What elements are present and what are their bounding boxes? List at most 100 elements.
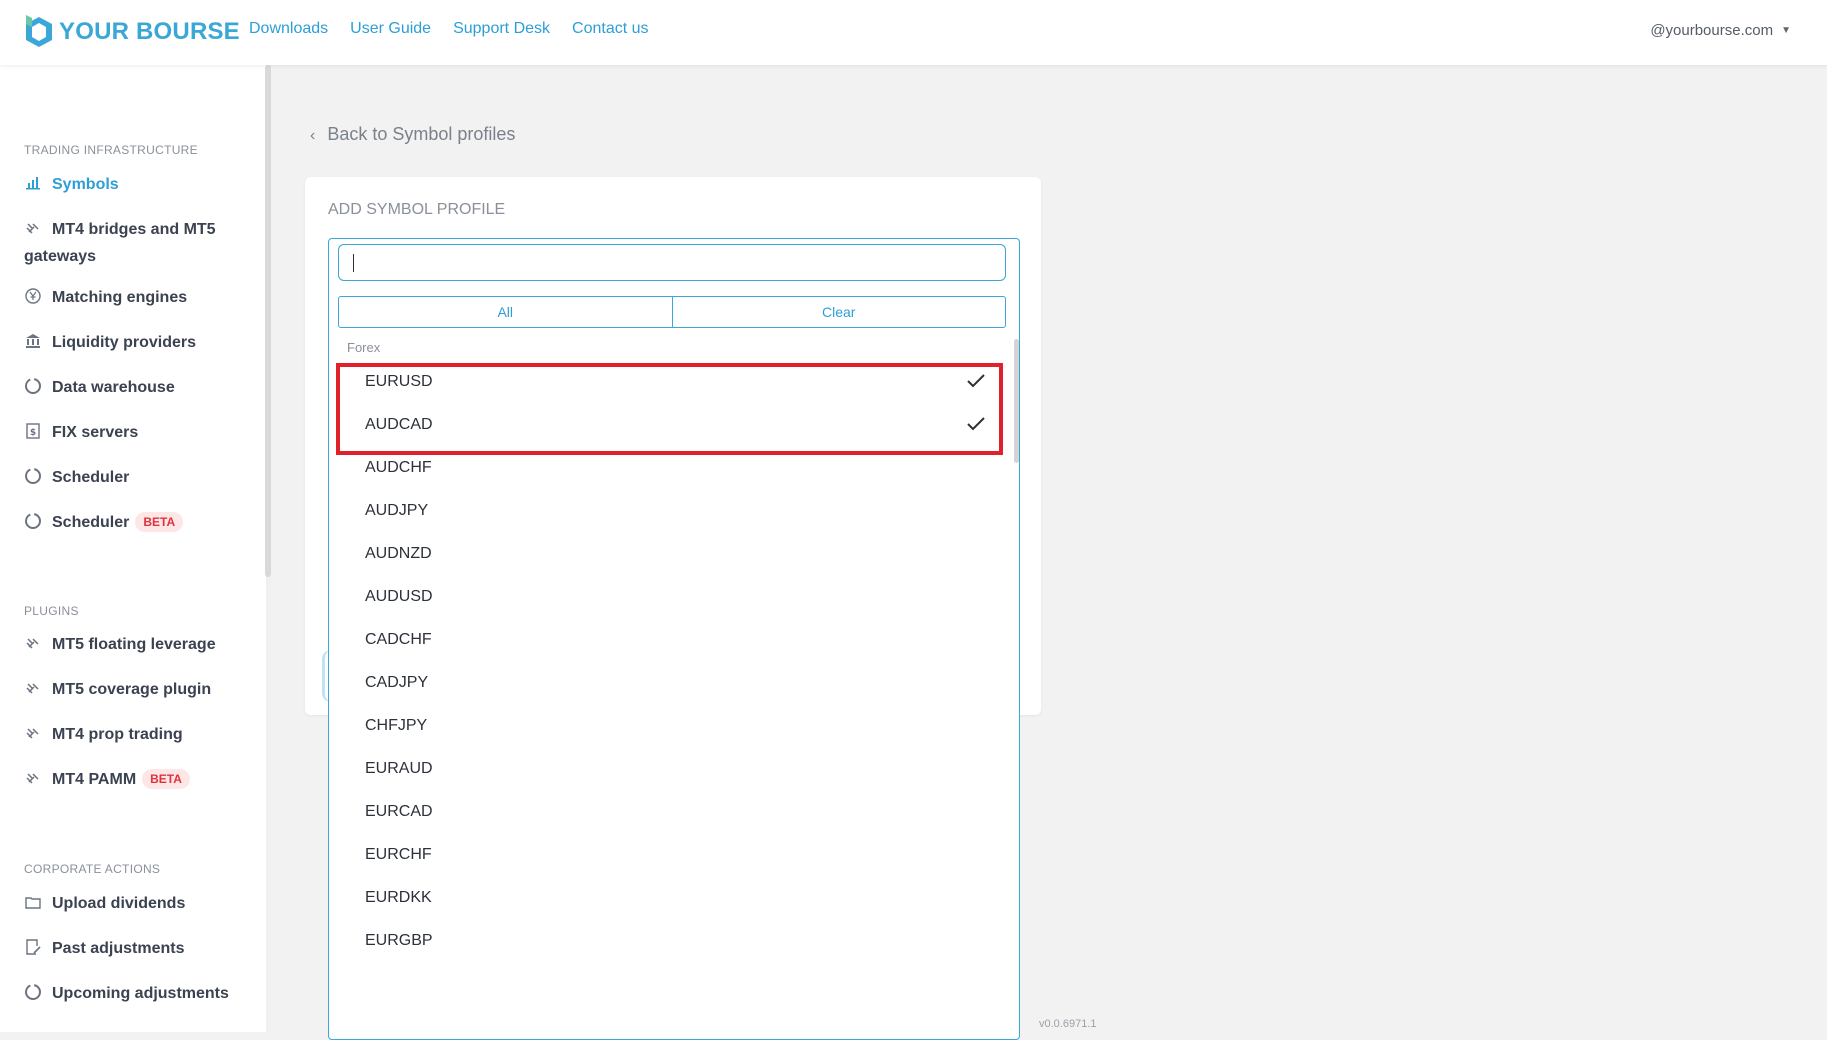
sidebar-scrollbar[interactable] <box>265 65 271 577</box>
option-label: EURUSD <box>365 373 433 390</box>
group-label-forex: Forex <box>347 340 381 355</box>
sidebar-item-label: MT5 coverage plugin <box>52 681 212 698</box>
option-label: CADCHF <box>365 631 432 648</box>
sidebar-item-label: Liquidity providers <box>52 334 197 351</box>
nav-downloads[interactable]: Downloads <box>249 20 328 38</box>
circle-icon <box>24 983 42 1001</box>
symbol-search-input[interactable] <box>338 244 1006 281</box>
option-label: CADJPY <box>365 674 429 691</box>
option-cadjpy[interactable]: CADJPY <box>365 668 985 698</box>
sidebar-item-label: Data warehouse <box>52 379 175 396</box>
sidebar-item-symbols[interactable]: Symbols <box>24 171 254 198</box>
plugin-icon <box>24 634 42 652</box>
nav-support-desk[interactable]: Support Desk <box>453 20 550 38</box>
option-audnzd[interactable]: AUDNZD <box>365 539 985 569</box>
back-link[interactable]: ‹ Back to Symbol profiles <box>310 124 515 145</box>
circle-icon <box>24 377 42 395</box>
sidebar-item-mt5-floating-leverage[interactable]: MT5 floating leverage <box>24 631 254 658</box>
option-audcad[interactable]: AUDCAD <box>365 410 985 440</box>
dollar-doc-icon: $ <box>24 422 42 440</box>
sidebar-item-label: MT4 bridges and MT5 <box>52 221 216 238</box>
clear-button[interactable]: Clear <box>671 297 1006 327</box>
account-email: @yourbourse.com <box>1650 22 1774 39</box>
option-eurusd[interactable]: EURUSD <box>365 367 985 397</box>
sidebar-item-label: FIX servers <box>52 424 139 441</box>
option-label: AUDCHF <box>365 459 432 476</box>
option-label: EURAUD <box>365 760 433 777</box>
sidebar-item-mt4-prop-trading[interactable]: MT4 prop trading <box>24 721 254 748</box>
top-header: YOUR BOURSE Downloads User Guide Support… <box>0 0 1827 65</box>
option-label: EURCHF <box>365 846 432 863</box>
brand-logo[interactable]: YOUR BOURSE <box>24 13 240 51</box>
sidebar-item-label: Past adjustments <box>52 940 185 957</box>
sidebar-item-label: MT4 PAMM <box>52 771 137 788</box>
symbol-multiselect-dropdown: All Clear Forex EURUSD AUDCAD AUDCHF AUD… <box>328 238 1020 1040</box>
sidebar-item-fix-servers[interactable]: $ FIX servers <box>24 419 254 446</box>
sidebar-item-upcoming-adjustments[interactable]: Upcoming adjustments <box>24 980 254 1007</box>
beta-badge: BETA <box>135 512 184 532</box>
chevron-left-icon: ‹ <box>310 127 316 144</box>
sidebar-item-mt4-pamm[interactable]: MT4 PAMM BETA <box>24 766 254 793</box>
sidebar-item-liquidity-providers[interactable]: Liquidity providers <box>24 329 254 356</box>
option-eurgbp[interactable]: EURGBP <box>365 926 985 956</box>
option-euraud[interactable]: EURAUD <box>365 754 985 784</box>
option-chfjpy[interactable]: CHFJPY <box>365 711 985 741</box>
dropdown-scrollbar[interactable] <box>1014 339 1019 463</box>
option-label: EURDKK <box>365 889 432 906</box>
option-label: EURGBP <box>365 932 433 949</box>
section-title-plugins: PLUGINS <box>24 604 79 618</box>
sidebar-item-label: Scheduler <box>52 514 130 531</box>
sidebar-item-label-cont: gateways <box>24 248 97 265</box>
circle-icon <box>24 512 42 530</box>
sidebar-item-label: Scheduler <box>52 469 130 486</box>
sidebar-item-mt5-coverage-plugin[interactable]: MT5 coverage plugin <box>24 676 254 703</box>
edit-doc-icon <box>24 938 42 956</box>
sidebar-item-label: MT5 floating leverage <box>52 636 216 653</box>
sidebar: TRADING INFRASTRUCTURE Symbols MT4 bridg… <box>0 65 266 1032</box>
yen-circle-icon <box>24 287 42 305</box>
select-all-button[interactable]: All <box>339 297 672 327</box>
option-label: CHFJPY <box>365 717 428 734</box>
sidebar-item-label: Upcoming adjustments <box>52 985 229 1002</box>
folder-icon <box>24 893 42 911</box>
option-label: AUDUSD <box>365 588 433 605</box>
plugin-icon <box>24 219 42 237</box>
version-label: v0.0.6971.1 <box>1039 1018 1097 1030</box>
sidebar-item-data-warehouse[interactable]: Data warehouse <box>24 374 254 401</box>
account-menu[interactable]: @yourbourse.com ▼ <box>1650 22 1791 39</box>
nav-user-guide[interactable]: User Guide <box>350 20 431 38</box>
section-title-corporate-actions: CORPORATE ACTIONS <box>24 862 161 876</box>
brand-logo-icon <box>26 15 52 47</box>
check-icon <box>967 374 985 388</box>
bank-icon <box>24 332 42 350</box>
sidebar-item-label: Upload dividends <box>52 895 186 912</box>
sidebar-item-scheduler[interactable]: Scheduler <box>24 464 254 491</box>
option-audjpy[interactable]: AUDJPY <box>365 496 985 526</box>
sidebar-item-label: MT4 prop trading <box>52 726 183 743</box>
plugin-icon <box>24 724 42 742</box>
sidebar-item-label: Matching engines <box>52 289 188 306</box>
sidebar-item-past-adjustments[interactable]: Past adjustments <box>24 935 254 962</box>
option-cadchf[interactable]: CADCHF <box>365 625 985 655</box>
nav-contact-us[interactable]: Contact us <box>572 20 648 38</box>
option-eurchf[interactable]: EURCHF <box>365 840 985 870</box>
sidebar-item-upload-dividends[interactable]: Upload dividends <box>24 890 254 917</box>
bar-chart-icon <box>24 174 42 192</box>
sidebar-item-scheduler-beta[interactable]: Scheduler BETA <box>24 509 254 536</box>
option-label: AUDJPY <box>365 502 429 519</box>
sidebar-item-mt4-bridges[interactable]: MT4 bridges and MT5 gateways <box>24 216 254 270</box>
sidebar-item-label: Symbols <box>52 176 119 193</box>
option-audchf[interactable]: AUDCHF <box>365 453 985 483</box>
option-eurdkk[interactable]: EURDKK <box>365 883 985 913</box>
brand-name: YOUR BOURSE <box>59 18 240 45</box>
option-audusd[interactable]: AUDUSD <box>365 582 985 612</box>
option-eurcad[interactable]: EURCAD <box>365 797 985 827</box>
plugin-icon <box>24 769 42 787</box>
option-label: AUDNZD <box>365 545 432 562</box>
section-title-trading: TRADING INFRASTRUCTURE <box>24 143 198 157</box>
sidebar-item-matching-engines[interactable]: Matching engines <box>24 284 254 311</box>
top-nav: Downloads User Guide Support Desk Contac… <box>249 20 671 38</box>
option-label: AUDCAD <box>365 416 433 433</box>
text-cursor <box>353 254 354 272</box>
back-link-label: Back to Symbol profiles <box>327 124 516 144</box>
